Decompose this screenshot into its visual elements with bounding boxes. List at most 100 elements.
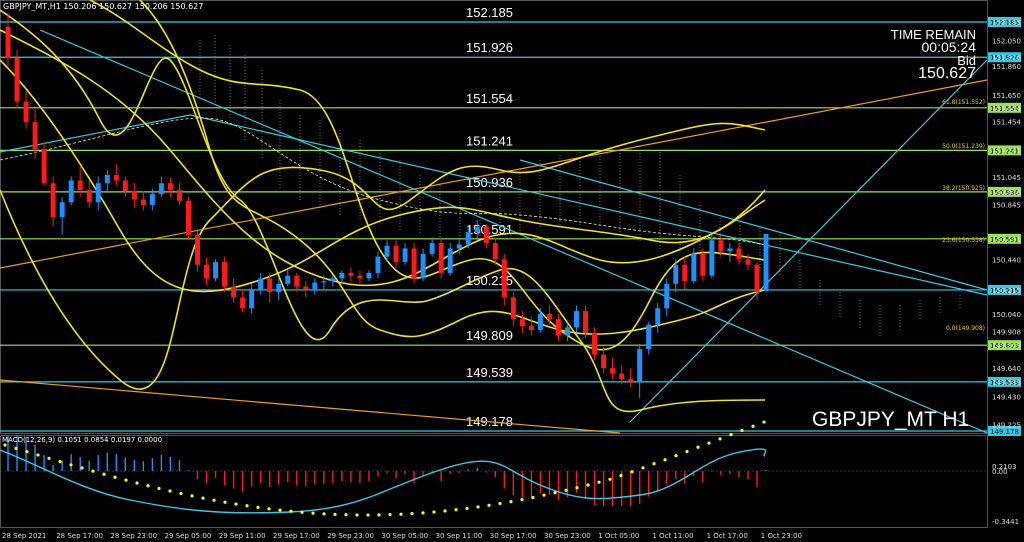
macd-signal-dot: [762, 420, 766, 424]
time-axis-tick: 28 Sep 17:00: [56, 532, 103, 540]
candle-bear: [176, 189, 182, 201]
candle-bull: [447, 248, 453, 273]
macd-signal-dot: [509, 500, 513, 504]
fibonacci-label: 0.0(149.908): [946, 325, 985, 332]
macd-axis-tick: -0.3441: [992, 518, 1019, 526]
price-axis-tick: 151.926: [992, 54, 1021, 62]
candle-bull: [258, 278, 264, 290]
candle-bear: [619, 373, 625, 380]
candle-bull: [366, 272, 372, 279]
candle-bull: [664, 283, 670, 309]
macd-signal-dot: [311, 511, 315, 515]
macd-signal-dot: [520, 498, 524, 502]
candle-bull: [474, 226, 480, 233]
price-axis-tick: 150.440: [992, 256, 1021, 264]
macd-signal-dot: [102, 472, 106, 476]
macd-signal-dot: [267, 507, 271, 511]
price-axis-tick: 149.908: [992, 329, 1021, 337]
macd-axis-tick: 0.00: [992, 468, 1008, 476]
candle-bull: [158, 183, 164, 195]
macd-signal-dot: [179, 491, 183, 496]
candle-bear: [50, 183, 56, 218]
candle-bear: [583, 311, 589, 333]
macd-signal-dot: [454, 508, 458, 512]
bollinger-band-curve: [0, 29, 766, 287]
time-axis-tick: 29 Sep 17:00: [273, 532, 320, 540]
candle-bull: [149, 194, 155, 205]
time-axis-tick: 1 Oct 05:00: [598, 532, 639, 540]
macd-signal-dot: [608, 477, 612, 481]
macd-signal-dot: [135, 481, 139, 485]
candle-bear: [555, 319, 561, 336]
price-axis-tick: 151.454: [992, 118, 1021, 126]
price-axis-tick: 151.241: [992, 147, 1021, 155]
price-axis-tick: 149.809: [992, 342, 1021, 350]
macd-signal-dot: [91, 469, 95, 473]
price-axis-tick: 149.430: [992, 394, 1021, 402]
trendline-cyan-b: [189, 114, 988, 296]
candle-bear: [140, 199, 146, 205]
candle-bear: [267, 278, 273, 292]
macd-signal-dot: [300, 510, 304, 514]
trendline-down-orange: [0, 379, 621, 434]
macd-signal-dot: [674, 453, 678, 458]
macd-signal-dot: [575, 486, 579, 490]
macd-signal-dot: [377, 513, 381, 517]
candle-bull: [429, 243, 435, 254]
candle-bull: [375, 256, 381, 273]
trendline-cyan-e: [519, 159, 988, 291]
macd-signal-dot: [718, 437, 722, 441]
time-axis-tick: 1 Oct 23:00: [761, 532, 802, 540]
macd-signal-dot: [498, 501, 502, 506]
candle-bear: [528, 325, 534, 331]
gbpjpy-h1-chart[interactable]: 152.185 152.185 151.926 151.926 151.554 151.5…: [0, 0, 1024, 542]
time-axis-tick: 29 Sep 05:00: [165, 532, 212, 540]
macd-signal-dot: [366, 513, 370, 517]
macd-signal-dot: [553, 491, 557, 495]
macd-signal-dot: [47, 456, 51, 460]
level-label: 149.539: [466, 365, 513, 380]
candle-bull: [465, 232, 471, 245]
macd-signal-dot: [696, 445, 700, 449]
macd-signal-dot: [146, 484, 150, 488]
time-axis-tick: 28 Sep 2021: [2, 532, 46, 540]
time-axis-tick: 30 Sep 11:00: [436, 532, 483, 540]
candle-bear: [231, 286, 237, 298]
candle-bull: [727, 248, 733, 252]
time-axis-tick: 30 Sep 23:00: [544, 532, 591, 540]
fibonacci-label: 23.6(150.538): [942, 237, 985, 244]
macd-signal-dot: [751, 424, 755, 428]
price-axis-tick: 151.650: [992, 92, 1021, 100]
time-axis-tick: 28 Sep 23:00: [110, 532, 157, 540]
macd-signal-dot: [465, 506, 469, 511]
trendline-cyan-c: [39, 29, 988, 434]
candle-bear: [519, 319, 525, 326]
candle-bear: [167, 183, 173, 190]
candle-bull: [646, 324, 652, 350]
candle-bull: [321, 281, 327, 283]
candle-bull: [537, 313, 543, 331]
macd-signal-dot: [355, 513, 359, 517]
candle-bear: [41, 149, 47, 184]
macd-signal-dot: [641, 466, 645, 470]
candle-bull: [339, 272, 345, 279]
macd-signal-dot: [322, 512, 326, 516]
macd-signal-dot: [36, 453, 40, 457]
macd-signal-dot: [69, 463, 73, 467]
macd-line: [0, 448, 767, 514]
candle-bear: [185, 200, 191, 235]
candle-bear: [303, 286, 309, 290]
macd-signal-dot: [80, 466, 84, 470]
candle-bull: [68, 180, 74, 203]
macd-signal-dot: [333, 512, 337, 516]
price-axis-tick: 149.640: [992, 365, 1021, 373]
candle-bull: [384, 245, 390, 257]
level-label: 149.809: [466, 328, 513, 343]
price-axis-tick: 150.845: [992, 201, 1021, 209]
price-axis-tick: 151.045: [992, 174, 1021, 182]
candle-bull: [420, 253, 426, 279]
candle-bear: [122, 180, 128, 192]
price-axis-tick: 151.554: [992, 105, 1021, 113]
macd-signal-dot: [531, 495, 535, 500]
time-axis-tick: 29 Sep 23:00: [327, 532, 374, 540]
